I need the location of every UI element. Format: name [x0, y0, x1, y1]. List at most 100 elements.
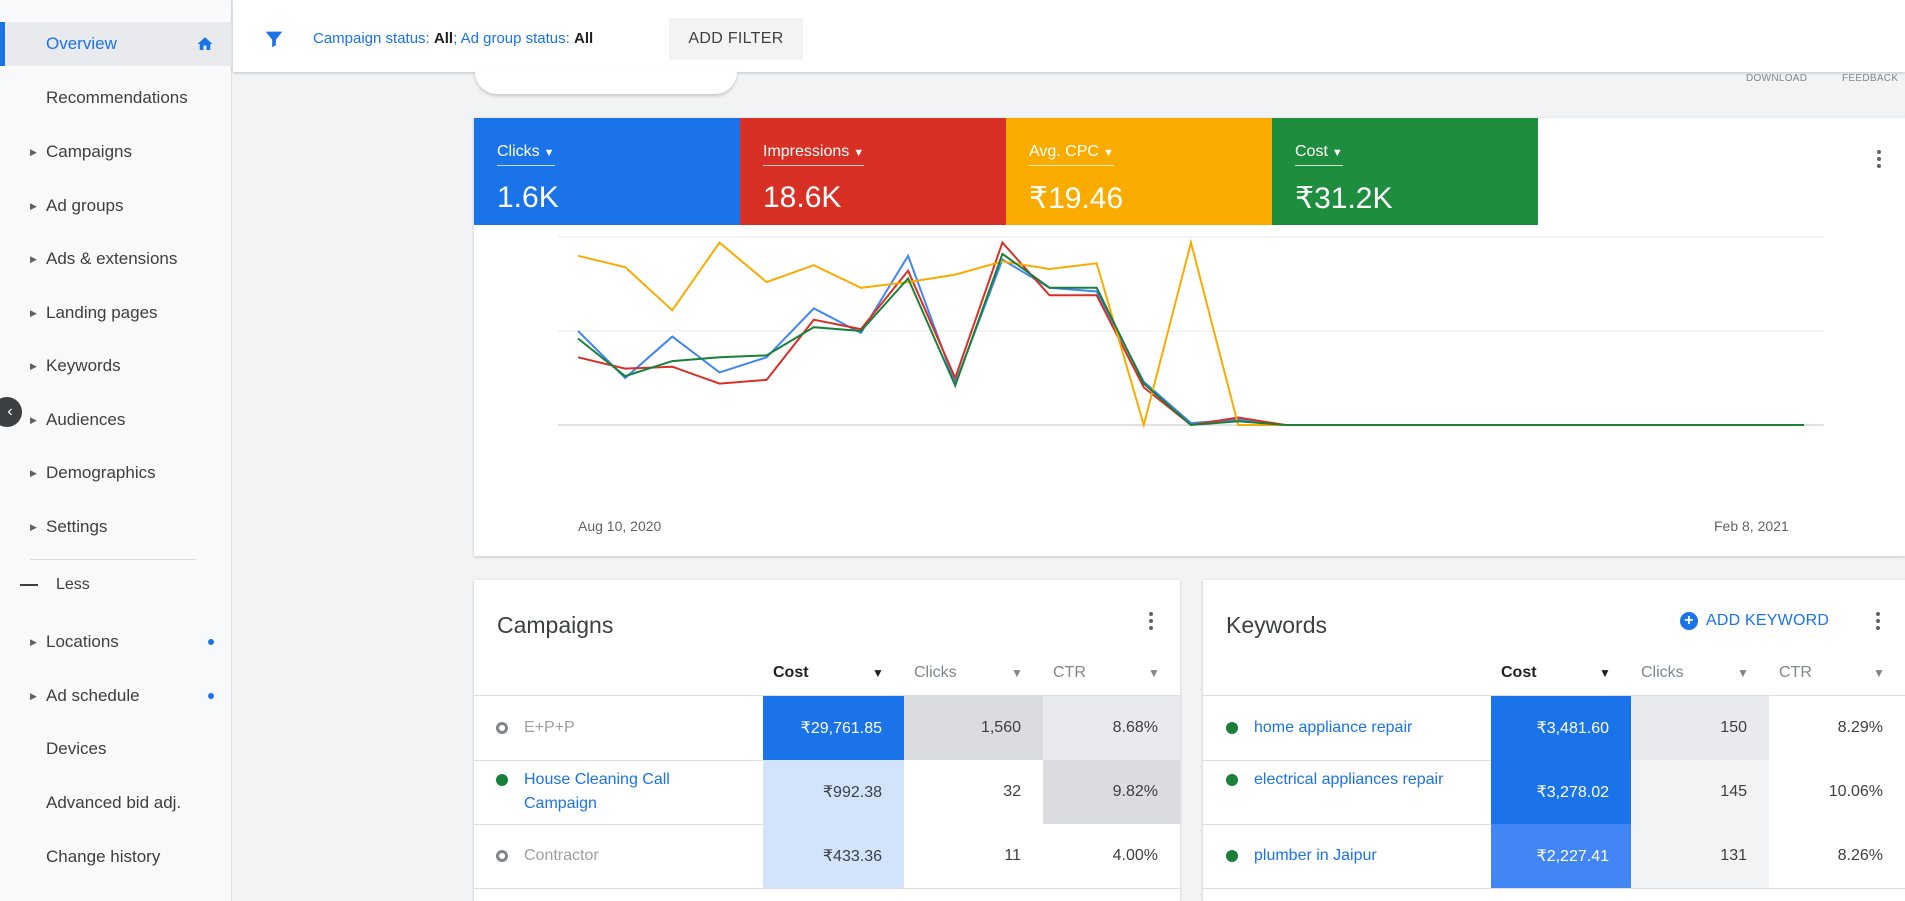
- x-axis-start-label: Aug 10, 2020: [578, 518, 662, 534]
- sidebar-item-locations[interactable]: ▶ Locations: [0, 620, 232, 664]
- caret-down-icon[interactable]: ▼: [1148, 666, 1160, 680]
- sidebar-item-audiences[interactable]: ▶ Audiences: [0, 398, 232, 442]
- keyword-row-name[interactable]: electrical appliances repair: [1226, 768, 1466, 792]
- caret-down-icon[interactable]: ▼: [1737, 666, 1749, 680]
- metric-label: Impressions ▼: [763, 143, 865, 166]
- metric-cost[interactable]: Cost ▼ ₹31.2K: [1272, 118, 1538, 225]
- more-vert-icon[interactable]: [1874, 150, 1884, 168]
- expand-triangle-icon: ▶: [30, 690, 37, 701]
- metric-impressions[interactable]: Impressions ▼ 18.6K: [740, 118, 1006, 225]
- sidebar-item-label: Advanced bid adj.: [46, 793, 182, 812]
- caret-down-icon: ▼: [1102, 147, 1114, 159]
- sidebar-item-label: Demographics: [46, 463, 156, 482]
- metric-label: Avg. CPC ▼: [1029, 143, 1114, 166]
- cell-clicks: 145: [1631, 760, 1769, 824]
- sidebar-item-label: Ad groups: [46, 196, 124, 215]
- cell-cost: ₹2,227.41: [1491, 824, 1631, 888]
- cell-cost: ₹433.36: [763, 824, 904, 888]
- add-filter-button[interactable]: ADD FILTER: [669, 18, 803, 60]
- cell-ctr: 8.26%: [1769, 824, 1905, 888]
- sidebar-item-label: Keywords: [46, 356, 121, 375]
- column-header-ctr[interactable]: CTR: [1779, 664, 1812, 682]
- expand-triangle-icon: ▶: [30, 636, 37, 647]
- sidebar-item-overview[interactable]: Overview: [0, 22, 232, 66]
- campaign-row-name[interactable]: House Cleaning Call Campaign: [496, 768, 726, 816]
- status-dot-icon: [1226, 850, 1238, 862]
- sidebar-item-label: Campaigns: [46, 142, 132, 161]
- add-keyword-button[interactable]: + ADD KEYWORD: [1680, 612, 1829, 630]
- sidebar-item-ad-groups[interactable]: ▶ Ad groups: [0, 184, 232, 228]
- column-header-cost[interactable]: Cost: [1501, 664, 1537, 682]
- cell-clicks: 131: [1631, 824, 1769, 888]
- sidebar-item-change-history[interactable]: Change history: [0, 835, 232, 879]
- sidebar-item-advanced-bid-adj[interactable]: Advanced bid adj.: [0, 781, 232, 825]
- expand-triangle-icon: ▶: [30, 414, 37, 425]
- add-circle-icon: +: [1680, 612, 1698, 630]
- sidebar-item-landing-pages[interactable]: ▶ Landing pages: [0, 291, 232, 335]
- keyword-row-name[interactable]: plumber in Jaipur: [1226, 844, 1466, 868]
- filter-icon[interactable]: [263, 28, 285, 50]
- date-range-pill[interactable]: [475, 70, 737, 94]
- sidebar-item-label: Devices: [46, 739, 107, 758]
- column-header-ctr[interactable]: CTR: [1053, 664, 1086, 682]
- expand-triangle-icon: ▶: [30, 467, 37, 478]
- metric-avg-cpc[interactable]: Avg. CPC ▼ ₹19.46: [1006, 118, 1272, 225]
- caret-down-icon[interactable]: ▼: [1011, 666, 1023, 680]
- sidebar-item-ads-extensions[interactable]: ▶ Ads & extensions: [0, 237, 232, 281]
- cell-ctr: 10.06%: [1769, 760, 1905, 824]
- keyword-row-name[interactable]: home appliance repair: [1226, 716, 1466, 740]
- row-name-text[interactable]: House Cleaning Call Campaign: [524, 768, 726, 816]
- less-toggle[interactable]: Less: [20, 576, 90, 594]
- sidebar-item-keywords[interactable]: ▶ Keywords: [0, 344, 232, 388]
- row-name-text[interactable]: electrical appliances repair: [1254, 768, 1443, 792]
- column-header-clicks[interactable]: Clicks: [1641, 664, 1684, 682]
- status-dot-icon: [496, 850, 508, 862]
- keywords-title: Keywords: [1226, 612, 1327, 638]
- metric-label: Cost ▼: [1295, 143, 1343, 166]
- sidebar-item-label: Landing pages: [46, 303, 158, 322]
- row-name-text[interactable]: E+P+P: [524, 716, 575, 740]
- metric-value: 1.6K: [497, 181, 559, 214]
- sidebar-item-recommendations[interactable]: Recommendations: [0, 76, 232, 120]
- notification-dot: [208, 639, 214, 645]
- metric-clicks[interactable]: Clicks ▼ 1.6K: [474, 118, 740, 225]
- download-link[interactable]: DOWNLOAD: [1746, 73, 1807, 84]
- sidebar-item-demographics[interactable]: ▶ Demographics: [0, 451, 232, 495]
- cell-clicks: 32: [904, 760, 1043, 824]
- cell-cost: ₹3,278.02: [1491, 760, 1631, 824]
- cell-cost: ₹992.38: [763, 760, 904, 824]
- sidebar-item-label: Locations: [46, 632, 119, 651]
- row-name-text[interactable]: Contractor: [524, 844, 599, 868]
- row-divider: [1203, 888, 1905, 889]
- adgroup-status-value: All: [574, 30, 594, 47]
- metric-label: Clicks ▼: [497, 143, 555, 166]
- row-name-text[interactable]: plumber in Jaipur: [1254, 844, 1377, 868]
- filter-bar: Campaign status: All; Ad group status: A…: [233, 0, 1905, 72]
- column-header-clicks[interactable]: Clicks: [914, 664, 957, 682]
- chevron-left-icon: ‹: [7, 403, 13, 420]
- caret-down-icon[interactable]: ▼: [872, 666, 884, 680]
- less-label: Less: [56, 576, 90, 593]
- status-dot-icon: [496, 774, 508, 786]
- sidebar-item-ad-schedule[interactable]: ▶ Ad schedule: [0, 674, 232, 718]
- sidebar-item-devices[interactable]: Devices: [0, 727, 232, 771]
- cell-clicks: 150: [1631, 696, 1769, 760]
- column-header-cost[interactable]: Cost: [773, 664, 809, 682]
- row-name-text[interactable]: home appliance repair: [1254, 716, 1412, 740]
- caret-down-icon[interactable]: ▼: [1873, 666, 1885, 680]
- more-vert-icon[interactable]: [1146, 612, 1156, 630]
- campaign-row-name[interactable]: Contractor: [496, 844, 726, 868]
- sidebar-item-campaigns[interactable]: ▶ Campaigns: [0, 130, 232, 174]
- sidebar-item-label: Recommendations: [46, 88, 188, 107]
- sidebar-item-label: Ads & extensions: [46, 249, 178, 268]
- expand-triangle-icon: ▶: [30, 307, 37, 318]
- feedback-link[interactable]: FEEDBACK: [1842, 73, 1898, 84]
- expand-triangle-icon: ▶: [30, 360, 37, 371]
- filter-summary[interactable]: Campaign status: All; Ad group status: A…: [313, 30, 593, 47]
- more-vert-icon[interactable]: [1873, 612, 1883, 630]
- campaign-row-name[interactable]: E+P+P: [496, 716, 726, 740]
- caret-down-icon[interactable]: ▼: [1599, 666, 1611, 680]
- sidebar-item-settings[interactable]: ▶ Settings: [0, 505, 232, 549]
- adgroup-status-label: ; Ad group status:: [453, 30, 574, 47]
- cell-ctr: 9.82%: [1043, 760, 1180, 824]
